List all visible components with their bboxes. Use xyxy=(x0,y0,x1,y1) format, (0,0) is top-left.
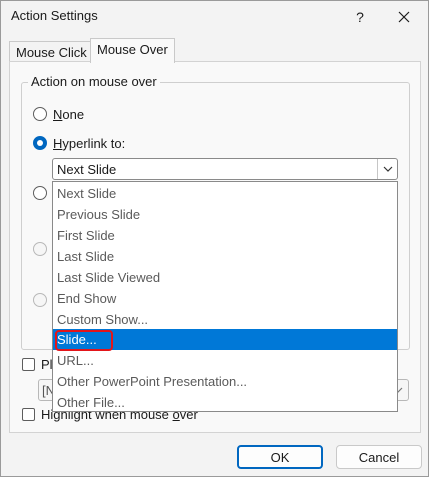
title-bar: Action Settings ? xyxy=(1,1,428,33)
radio-object-action[interactable] xyxy=(33,293,47,307)
play-sound-label: Pl xyxy=(41,357,53,372)
help-button[interactable]: ? xyxy=(340,1,380,33)
dropdown-item-previous-slide[interactable]: Previous Slide xyxy=(53,204,397,225)
ok-button[interactable]: OK xyxy=(237,445,323,469)
hyperlink-combo-toggle[interactable] xyxy=(377,159,397,179)
radio-run-macro[interactable] xyxy=(33,242,47,256)
tab-strip: Mouse Click Mouse Over xyxy=(1,38,428,63)
dropdown-item-end-show[interactable]: End Show xyxy=(53,288,397,309)
hyperlink-combo-value: Next Slide xyxy=(57,162,117,177)
action-settings-dialog: Action Settings ? Mouse Click Mouse Over… xyxy=(0,0,429,477)
dialog-title: Action Settings xyxy=(11,8,98,23)
radio-hyperlink[interactable] xyxy=(33,136,47,150)
group-legend: Action on mouse over xyxy=(28,74,160,89)
dropdown-item-first-slide[interactable]: First Slide xyxy=(53,225,397,246)
close-button[interactable] xyxy=(384,1,424,33)
dropdown-item-url[interactable]: URL... xyxy=(53,350,397,371)
tab-mouse-click[interactable]: Mouse Click xyxy=(9,41,94,62)
close-icon xyxy=(398,11,410,23)
dropdown-item-other-file[interactable]: Other File... xyxy=(53,392,397,413)
dropdown-item-custom-show[interactable]: Custom Show... xyxy=(53,309,397,330)
question-mark-icon: ? xyxy=(356,9,364,25)
hyperlink-dropdown-list: Next Slide Previous Slide First Slide La… xyxy=(52,181,398,412)
dropdown-item-next-slide[interactable]: Next Slide xyxy=(53,183,397,204)
dropdown-item-last-slide-viewed[interactable]: Last Slide Viewed xyxy=(53,267,397,288)
radio-none-label: None xyxy=(53,107,85,122)
chevron-down-icon xyxy=(383,166,392,172)
radio-none[interactable] xyxy=(33,107,47,121)
hyperlink-combo[interactable]: Next Slide xyxy=(52,158,398,180)
dropdown-item-last-slide[interactable]: Last Slide xyxy=(53,246,397,267)
radio-run-program[interactable] xyxy=(33,186,47,200)
cancel-button[interactable]: Cancel xyxy=(336,445,422,469)
play-sound-checkbox[interactable] xyxy=(22,358,35,371)
dropdown-item-slide[interactable]: Slide... xyxy=(53,329,397,351)
radio-hyperlink-label: Hyperlink to: xyxy=(53,136,126,151)
highlight-checkbox[interactable] xyxy=(22,408,35,421)
red-highlight-box xyxy=(55,330,113,351)
tab-mouse-over[interactable]: Mouse Over xyxy=(90,38,175,63)
dropdown-item-other-presentation[interactable]: Other PowerPoint Presentation... xyxy=(53,371,397,392)
